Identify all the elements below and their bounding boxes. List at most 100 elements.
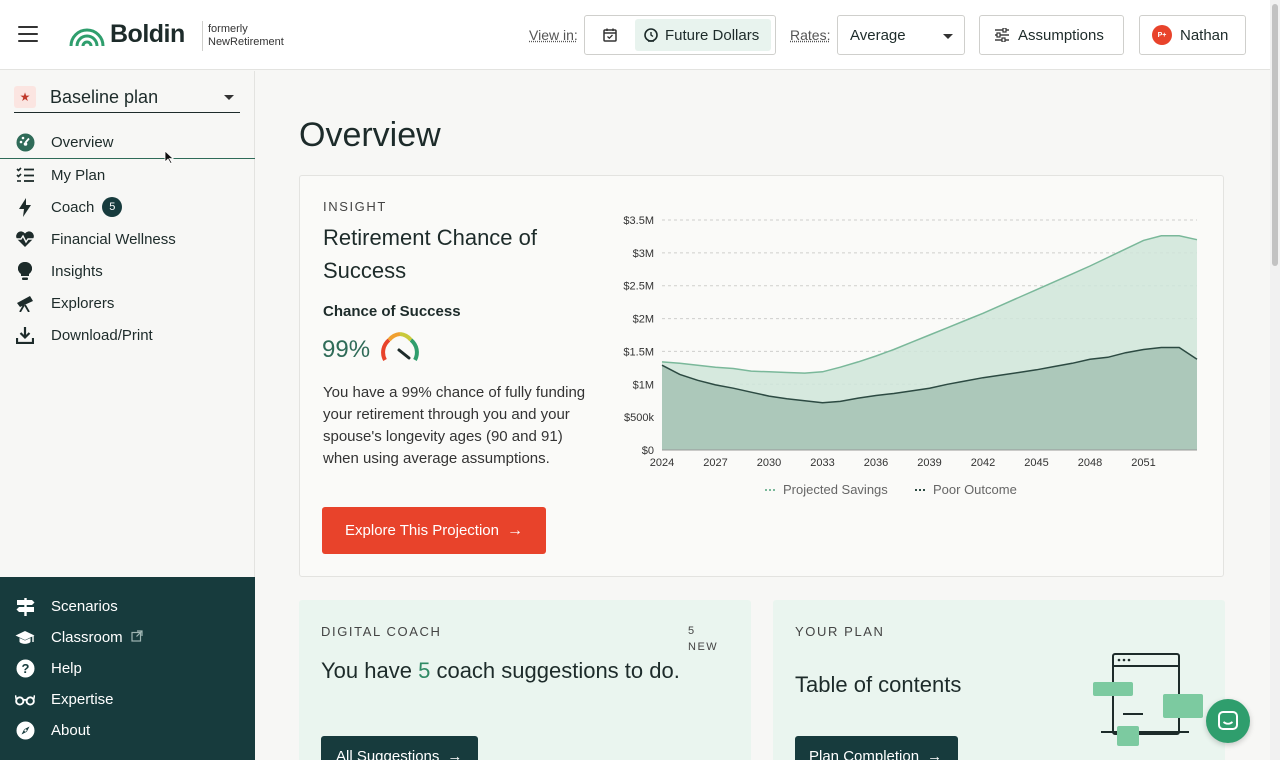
heartbeat-icon xyxy=(15,229,35,249)
plan-eyebrow: YOUR PLAN xyxy=(795,624,885,639)
y-tick-label: $3.5M xyxy=(623,215,654,227)
glasses-icon xyxy=(15,690,35,710)
legend-label: Projected Savings xyxy=(783,482,888,497)
assumptions-button[interactable]: Assumptions xyxy=(979,15,1124,55)
rates-label: Rates: xyxy=(790,27,831,43)
sidebar-item-coach[interactable]: Coach 5 xyxy=(0,191,255,223)
sidebar-item-about[interactable]: About xyxy=(0,715,255,746)
caret-down-icon xyxy=(224,95,234,100)
rates-value: Average xyxy=(850,26,906,44)
x-tick-label: 2024 xyxy=(650,457,674,469)
y-tick-label: $500k xyxy=(624,412,654,424)
gauge-icon xyxy=(381,332,419,361)
chance-of-success-description: You have a 99% chance of fully funding y… xyxy=(323,384,586,467)
coach-eyebrow: DIGITAL COACH xyxy=(321,624,442,639)
x-tick-label: 2036 xyxy=(864,457,888,469)
menu-icon[interactable] xyxy=(18,26,38,42)
arrow-right-icon: → xyxy=(447,747,463,760)
sidebar-item-insights[interactable]: Insights xyxy=(0,255,255,287)
y-tick-label: $1M xyxy=(633,379,654,391)
insight-eyebrow: INSIGHT xyxy=(323,199,387,214)
rates-select[interactable]: Average xyxy=(837,15,965,55)
chance-of-success-label: Chance of Success xyxy=(323,303,461,320)
download-icon xyxy=(15,325,35,345)
your-plan-card: YOUR PLAN Table of contents Plan Complet… xyxy=(773,600,1225,760)
user-menu-button[interactable]: P+ Nathan xyxy=(1139,15,1246,55)
x-tick-label: 2048 xyxy=(1078,457,1102,469)
todays-dollars-button[interactable] xyxy=(585,16,635,54)
y-tick-label: $2.5M xyxy=(623,281,654,293)
view-in-label: View in: xyxy=(529,27,578,43)
x-tick-label: 2039 xyxy=(917,457,941,469)
arrow-right-icon: → xyxy=(927,747,943,760)
plan-completion-button[interactable]: Plan Completion → xyxy=(795,736,958,760)
savings-projection-chart: $0 $500k $1M $1.5M $2M $2.5M $3M $3.5M 2024 2027 2… xyxy=(623,215,1198,497)
sidebar-item-expertise[interactable]: Expertise xyxy=(0,684,255,715)
coach-title: You have 5 coach suggestions to do. xyxy=(321,658,680,683)
avatar: P+ xyxy=(1152,25,1172,45)
sidebar-bottom-nav: Scenarios Classroom ? Help Expertise Abo… xyxy=(0,577,255,760)
sidebar-item-classroom[interactable]: Classroom xyxy=(0,622,255,653)
coach-new-badge: 5 NEW xyxy=(688,625,719,653)
x-tick-label: 2042 xyxy=(971,457,995,469)
arrow-right-icon: → xyxy=(506,521,523,539)
y-tick-label: $1.5M xyxy=(623,346,654,358)
insight-title: Retirement Chance of Success xyxy=(323,225,537,283)
sidebar-nav: Overview My Plan Coach 5 Financial Welln… xyxy=(0,127,255,351)
logo[interactable]: Boldin formerly NewRetirement xyxy=(68,20,284,51)
lightning-icon xyxy=(15,197,35,217)
plan-select[interactable]: ★ Baseline plan xyxy=(14,82,240,113)
logo-rainbow-icon xyxy=(69,28,105,46)
y-tick-label: $2M xyxy=(633,314,654,326)
question-icon: ? xyxy=(15,659,35,679)
digital-coach-card: DIGITAL COACH 5 NEW You have 5 coach sug… xyxy=(299,600,751,760)
mouse-cursor-icon xyxy=(164,150,174,164)
x-tick-label: 2045 xyxy=(1024,457,1048,469)
x-tick-label: 2030 xyxy=(757,457,781,469)
caret-down-icon xyxy=(943,34,953,39)
user-name: Nathan xyxy=(1180,26,1229,44)
top-header: Boldin formerly NewRetirement View in: F… xyxy=(0,0,1270,70)
all-suggestions-button[interactable]: All Suggestions → xyxy=(321,736,478,760)
sidebar-item-overview[interactable]: Overview xyxy=(0,127,255,159)
coach-count-badge: 5 xyxy=(102,197,123,217)
sidebar-item-explorers[interactable]: Explorers xyxy=(0,287,255,319)
calendar-icon xyxy=(603,28,617,42)
piggy-clock-icon xyxy=(644,28,658,42)
checklist-icon xyxy=(15,165,35,185)
sidebar-item-my-plan[interactable]: My Plan xyxy=(0,159,255,191)
future-dollars-button[interactable]: Future Dollars xyxy=(635,19,771,51)
table-of-contents-title: Table of contents xyxy=(795,672,962,697)
compass-icon xyxy=(15,721,35,741)
telescope-icon xyxy=(15,293,35,313)
chance-of-success-value: 99% xyxy=(322,336,371,363)
dashboard-icon xyxy=(15,133,35,153)
sidebar-item-download-print[interactable]: Download/Print xyxy=(0,319,255,351)
chat-icon xyxy=(1218,711,1238,730)
scroll-thumb[interactable] xyxy=(1272,4,1278,266)
sidebar-item-scenarios[interactable]: Scenarios xyxy=(0,591,255,622)
view-in-toggle: Future Dollars xyxy=(584,15,776,55)
x-tick-label: 2033 xyxy=(810,457,834,469)
sidebar-item-financial-wellness[interactable]: Financial Wellness xyxy=(0,223,255,255)
formerly-text: formerly NewRetirement xyxy=(208,23,284,48)
logo-text: Boldin xyxy=(110,20,185,48)
legend-label: Poor Outcome xyxy=(933,482,1017,497)
external-link-icon xyxy=(131,629,143,646)
sidebar: ★ Baseline plan Overview My Plan Coach 5 xyxy=(0,71,255,577)
chat-button[interactable] xyxy=(1206,699,1250,743)
x-tick-label: 2051 xyxy=(1131,457,1155,469)
document-illustration-icon xyxy=(1093,653,1203,746)
signpost-icon xyxy=(15,597,35,617)
star-icon: ★ xyxy=(14,86,36,108)
explore-projection-button[interactable]: Explore This Projection → xyxy=(322,507,546,554)
y-tick-label: $3M xyxy=(633,248,654,260)
sliders-icon xyxy=(995,28,1009,42)
x-tick-label: 2027 xyxy=(703,457,727,469)
lightbulb-icon xyxy=(15,261,35,281)
sidebar-item-help[interactable]: ? Help xyxy=(0,653,255,684)
page-scrollbar[interactable] xyxy=(1270,0,1280,760)
page-title: Overview xyxy=(299,116,441,154)
svg-text:?: ? xyxy=(21,661,29,676)
y-tick-label: $0 xyxy=(642,445,654,457)
